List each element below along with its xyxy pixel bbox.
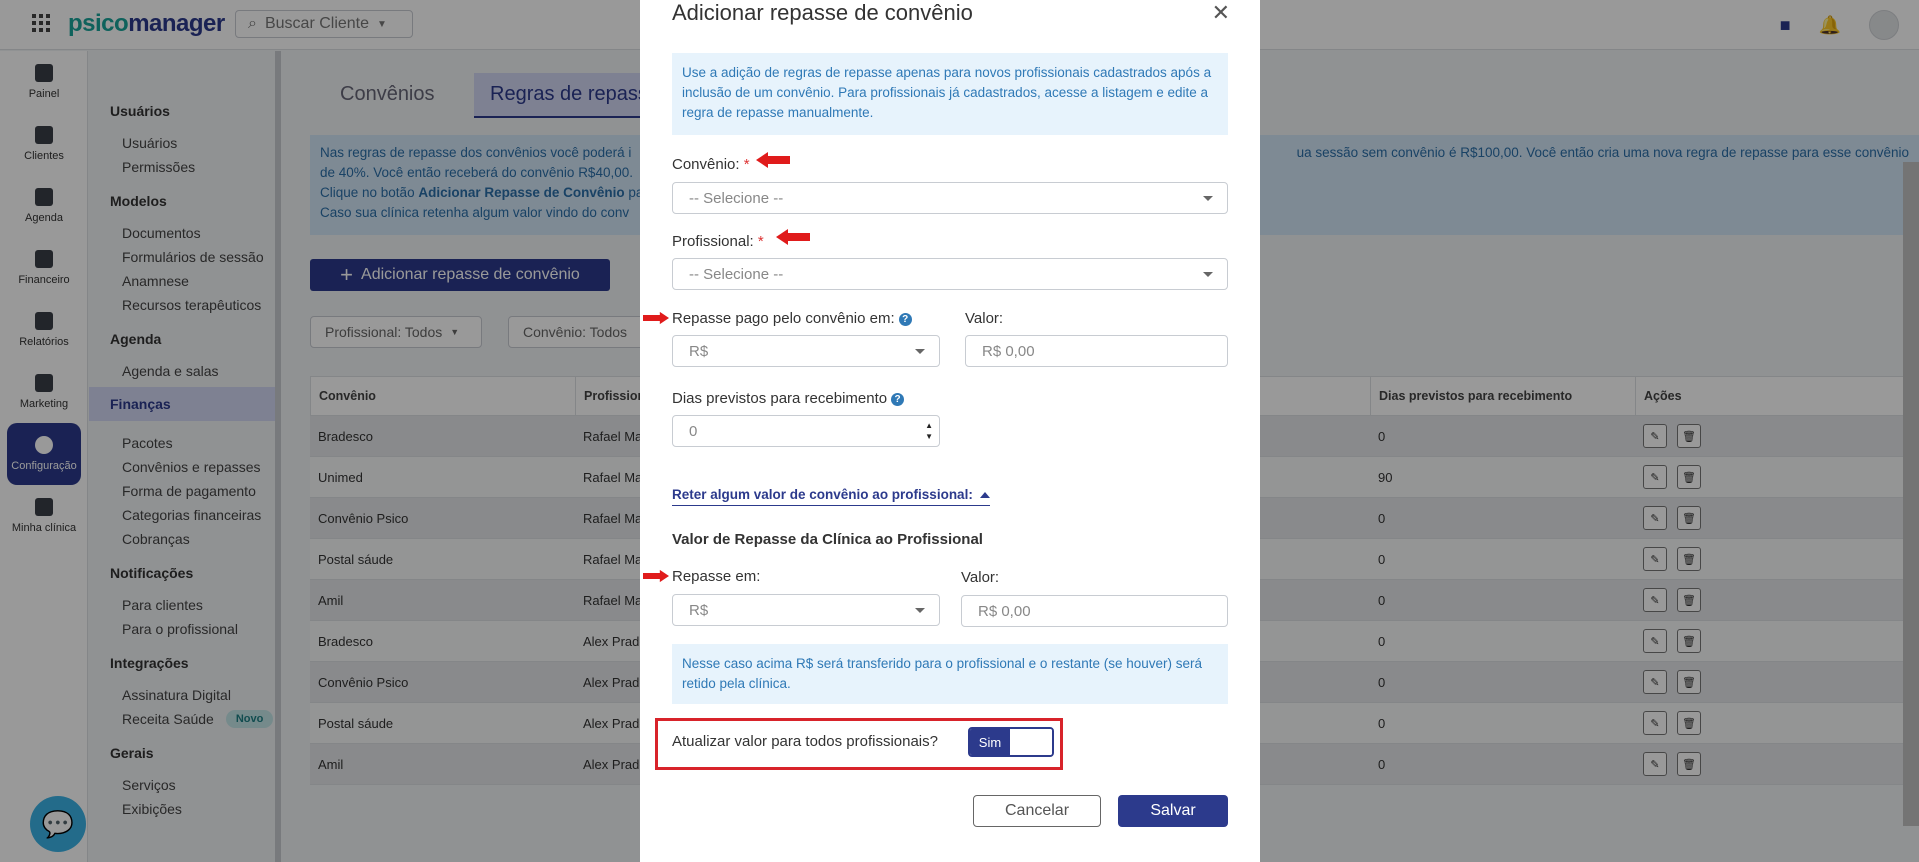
caret-down-icon [915,349,925,354]
valor2-input[interactable]: R$ 0,00 [961,595,1228,627]
red-arrow-icon [756,152,790,168]
atualizar-toggle[interactable]: Sim [968,727,1054,757]
profissional-label-row: Profissional: * [672,233,764,250]
convenio-select[interactable]: -- Selecione -- [672,182,1228,214]
valor2-label: Valor: [961,569,1000,586]
red-arrow-icon [643,569,669,583]
required-mark: * [743,156,750,173]
stepper-arrows-icon[interactable]: ▲ ▼ [925,420,933,442]
convenio-label: Convênio: [672,156,740,173]
convenio-placeholder: -- Selecione -- [689,189,784,207]
dias-label: Dias previstos para recebimento [672,390,888,407]
dias-stepper[interactable]: 0 ▲ ▼ [672,415,940,447]
add-repasse-modal: Adicionar repasse de convênio ✕ Use a ad… [640,0,1260,862]
repasse-em-select[interactable]: R$ [672,594,940,626]
dias-label-row: Dias previstos para recebimento? [672,390,905,407]
valor-input[interactable]: R$ 0,00 [965,335,1228,367]
toggle-off-area [1010,729,1052,755]
valor-placeholder: R$ 0,00 [982,342,1035,360]
help-icon[interactable]: ? [891,392,905,406]
repasse-note: Nesse caso acima R$ será transferido par… [672,644,1228,704]
cancel-button[interactable]: Cancelar [973,795,1101,827]
profissional-select[interactable]: -- Selecione -- [672,258,1228,290]
reter-link-label: Reter algum valor de convênio ao profiss… [672,487,973,502]
valor-label: Valor: [965,310,1004,327]
red-arrow-icon [643,311,669,325]
repasse-em-value: R$ [689,601,709,619]
close-icon[interactable]: ✕ [1212,0,1230,26]
caret-down-icon [1203,272,1213,277]
modal-title: Adicionar repasse de convênio [672,0,973,25]
help-icon[interactable]: ? [898,312,912,326]
section-heading: Valor de Repasse da Clínica ao Profissio… [672,531,983,548]
modal-info-box: Use a adição de regras de repasse apenas… [672,53,1228,135]
toggle-on-label: Sim [970,729,1010,755]
dias-value: 0 [689,422,698,440]
caret-up-icon [980,492,990,498]
repasse-pago-label: Repasse pago pelo convênio em: [672,310,895,327]
reter-valor-toggle-link[interactable]: Reter algum valor de convênio ao profiss… [672,487,990,506]
profissional-label: Profissional: [672,233,754,250]
save-button[interactable]: Salvar [1118,795,1228,827]
caret-down-icon [915,608,925,613]
required-mark: * [757,233,764,250]
repasse-em-label: Repasse em: [672,568,761,585]
convenio-label-row: Convênio: * [672,156,750,173]
repasse-pago-label-row: Repasse pago pelo convênio em:? [672,310,912,327]
red-arrow-icon [776,229,810,245]
repasse-pago-value: R$ [689,342,709,360]
valor2-placeholder: R$ 0,00 [978,602,1031,620]
caret-down-icon [1203,196,1213,201]
repasse-pago-select[interactable]: R$ [672,335,940,367]
atualizar-label: Atualizar valor para todos profissionais… [672,733,938,750]
profissional-placeholder: -- Selecione -- [689,265,784,283]
